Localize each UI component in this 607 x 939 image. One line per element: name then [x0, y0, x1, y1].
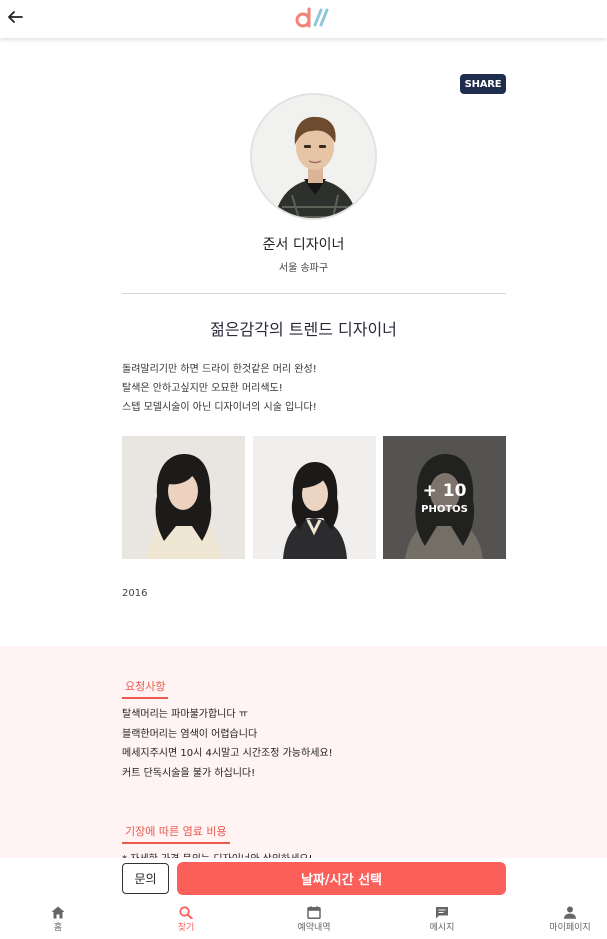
select-datetime-button[interactable]: 날짜/시간 선택	[177, 862, 506, 895]
home-icon	[51, 906, 65, 919]
more-photos-overlay: + 10 PHOTOS	[383, 436, 506, 559]
nav-reservations[interactable]: 예약내역	[274, 902, 354, 939]
designer-intro: 돌려말리기만 하면 드라이 한것같은 머리 완성! 탈색은 안하고싶지만 오묘한…	[122, 360, 522, 417]
intro-line: 탈색은 안하고싶지만 오묘한 머리색도!	[122, 383, 283, 394]
intro-line: 돌려말리기만 하면 드라이 한것같은 머리 완성!	[122, 364, 317, 375]
cost-title: 기장에 따른 염료 비용	[122, 823, 230, 844]
bottom-bar: 문의 날짜/시간 선택 홈 찾기 예약내역 메시지 마이페이지	[0, 858, 607, 939]
designer-name: 준서 디자이너	[262, 237, 345, 253]
designer-avatar	[250, 93, 377, 220]
portfolio-photo-1[interactable]	[122, 436, 245, 559]
ask-button[interactable]: 문의	[122, 863, 169, 894]
portfolio-photo-more[interactable]: + 10 PHOTOS	[383, 436, 506, 559]
portfolio-photo-2[interactable]	[253, 436, 376, 559]
person-icon	[564, 906, 576, 919]
bottom-nav: 홈 찾기 예약내역 메시지 마이페이지	[0, 902, 607, 939]
nav-mypage[interactable]: 마이페이지	[530, 902, 607, 939]
arrow-left-icon	[8, 11, 23, 23]
nav-label: 예약내역	[297, 923, 331, 933]
nav-label: 찾기	[177, 923, 195, 933]
nav-messages[interactable]: 메시지	[402, 902, 482, 939]
request-item: 탈색머리는 파마불가합니다 ㅠ	[122, 709, 248, 720]
nav-home[interactable]: 홈	[18, 902, 98, 939]
designer-headline: 젊은감각의 트렌드 디자이너	[210, 320, 397, 339]
cost-note: * 자세한 가격 문의는 디자이너와 상의하세요!	[122, 850, 313, 858]
nav-search[interactable]: 찾기	[146, 902, 226, 939]
photos-count: + 10	[422, 480, 467, 501]
designer-profile: SHARE 준서 디자이너 서울 송파구 젊은감각의 트렌드 디자이너 돌려말리…	[0, 38, 607, 858]
nav-label: 마이페이지	[549, 923, 591, 933]
nav-label: 메시지	[429, 923, 455, 933]
designer-location: 서울 송파구	[278, 263, 329, 274]
dm-logo-icon[interactable]	[294, 5, 332, 31]
top-header	[0, 0, 607, 38]
request-item: 블랙한머리는 염색이 어렵습니다	[122, 728, 258, 740]
intro-line: 스텝 모델시술이 아닌 디자이너의 시술 입니다!	[122, 402, 317, 413]
nav-label: 홈	[53, 923, 63, 933]
back-button[interactable]	[4, 5, 26, 29]
photos-label: PHOTOS	[421, 503, 468, 515]
share-button[interactable]: SHARE	[460, 74, 506, 94]
requests-list: 탈색머리는 파마불가합니다 ㅠ 블랙한머리는 염색이 어렵습니다 메세지주시면 …	[122, 705, 333, 783]
career-year: 2016	[122, 588, 148, 599]
calendar-icon	[307, 906, 321, 919]
request-item: 커트 단독시술을 불가 하십니다!	[122, 767, 256, 779]
message-icon	[436, 907, 448, 919]
requests-title: 요청사항	[122, 678, 169, 699]
divider	[122, 293, 506, 294]
request-item: 메세지주시면 10시 4시말고 시간조정 가능하세요!	[122, 748, 333, 759]
search-icon	[179, 906, 193, 919]
